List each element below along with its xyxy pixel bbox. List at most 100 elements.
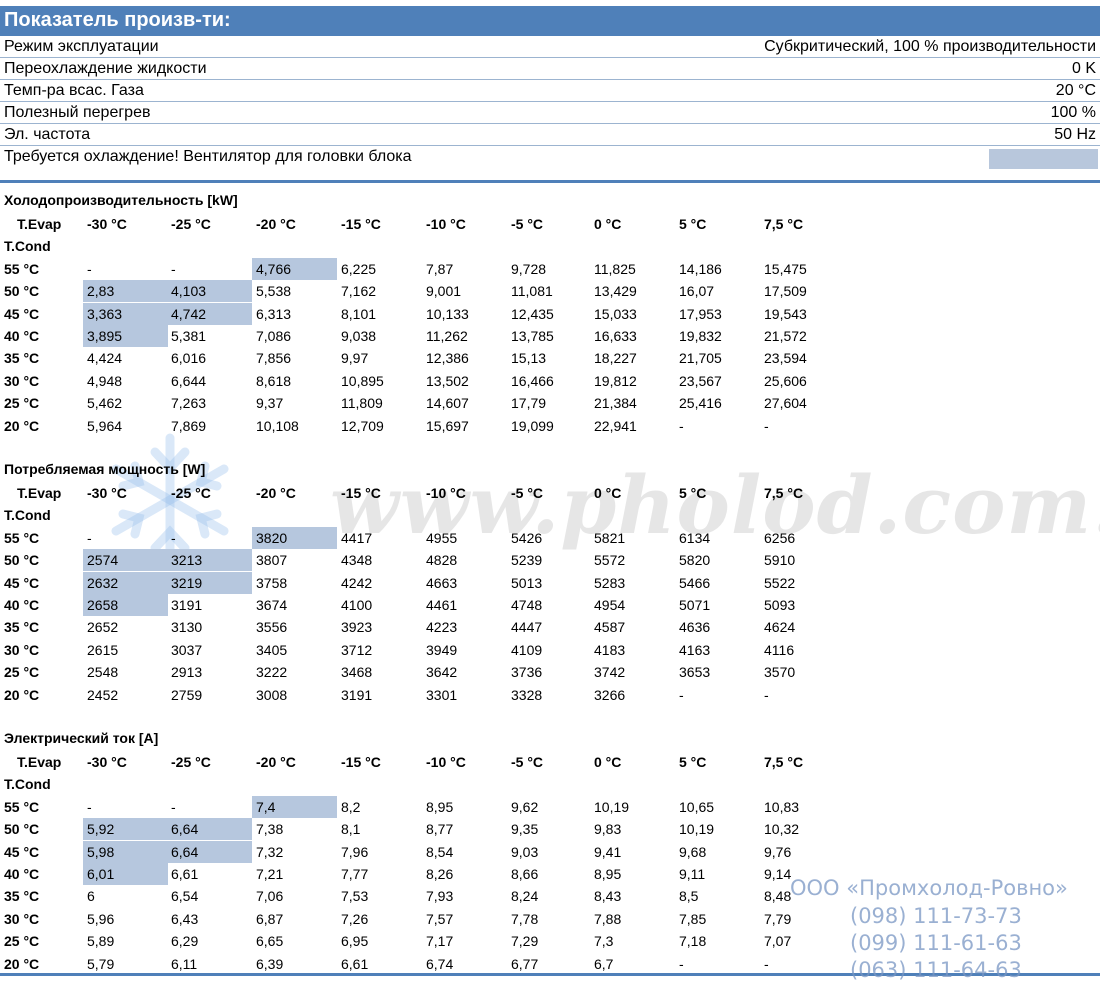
table-cell: 6: [87, 888, 95, 905]
row-header: 40 °C: [4, 865, 40, 882]
table-row: 35 °C 4,424 6,016 7,856 9,97 12,386 15,13 18,22…: [0, 347, 1100, 369]
table-cell: 9,03: [511, 843, 539, 860]
column-header: 7,5 °C: [764, 754, 804, 770]
table-row: 50 °C 5,92 6,64 7,38 8,1 8,77 9,35 9,83 10,19 10,…: [0, 818, 1100, 841]
table-cell: 4,948: [87, 372, 123, 389]
table-cell: 8,95: [594, 865, 622, 882]
row-header: 30 °C: [4, 641, 40, 658]
table-cell: 19,812: [594, 372, 637, 389]
table-cell: 7,87: [426, 260, 454, 277]
table-row: 20 °C 5,964 7,869 10,108 12,709 15,697 19,099 2…: [0, 415, 1100, 437]
table-cell: 3222: [256, 664, 288, 681]
table-cell: 19,099: [511, 417, 554, 434]
row-header: 20 °C: [4, 417, 40, 434]
table-cell: 5572: [594, 552, 626, 569]
column-header: 5 °C: [679, 216, 707, 232]
table-cell: 12,435: [511, 305, 554, 322]
param-value: Субкритический, 100 % производительности: [764, 38, 1096, 55]
row-header: 50 °C: [4, 552, 40, 569]
column-header: 0 °C: [594, 754, 622, 770]
table-cell: 2913: [171, 664, 203, 681]
table-row: 30 °C 2615 3037 3405 3712 3949 4109 4183 4163 411…: [0, 639, 1100, 661]
param-value: 100 %: [1050, 104, 1096, 121]
table-cell: -: [764, 955, 769, 972]
table-cell: 6,65: [256, 933, 284, 950]
table-cell: -: [87, 260, 92, 277]
contact-phone: (063) 111-64-63: [850, 958, 1022, 982]
row-header: 40 °C: [4, 327, 40, 344]
table-header-row: T.Evap -30 °C -25 °C -20 °C -15 °C -10 °C -5 °…: [0, 482, 1100, 504]
evap-label: T.Evap: [17, 754, 62, 770]
column-header: -20 °C: [256, 754, 296, 770]
table-cell: 3570: [764, 664, 796, 681]
table-cell: 4955: [426, 529, 458, 546]
column-header: -20 °C: [256, 216, 296, 232]
table-cell: 10,65: [679, 798, 715, 815]
table-cell: 5466: [679, 574, 711, 591]
table-cell: 7,32: [256, 843, 284, 860]
table-cell: 7,77: [341, 865, 369, 882]
divider: [0, 180, 1100, 183]
table-cell: 9,97: [341, 350, 369, 367]
table-cell: 10,108: [256, 417, 299, 434]
table-row: 45 °C 3,363 4,742 6,313 8,101 10,133 12,435 15,…: [0, 302, 1100, 325]
param-row-frequency: Эл. частота 50 Hz: [0, 124, 1100, 146]
column-header: 7,5 °C: [764, 216, 804, 232]
table-cell: 5,964: [87, 417, 123, 434]
table-cell: 11,262: [426, 327, 468, 344]
table-cell: 8,66: [511, 865, 539, 882]
table-cell: 6,29: [171, 933, 199, 950]
table-cell: 9,001: [426, 283, 462, 300]
table-cell: 4,766: [252, 257, 337, 280]
table-cell: 2,83: [83, 280, 168, 303]
table-cell: 7,18: [679, 933, 707, 950]
table-cell: 8,43: [594, 888, 622, 905]
table-cell: 9,68: [679, 843, 707, 860]
column-header: 0 °C: [594, 216, 622, 232]
table-cell: 5071: [679, 596, 711, 613]
column-header: -5 °C: [511, 485, 544, 501]
table-cell: 7,4: [252, 795, 337, 818]
param-label: Темп-ра всас. Газа: [4, 82, 144, 99]
row-header: 20 °C: [4, 955, 40, 972]
table-cell: 10,32: [764, 821, 800, 838]
table-cell: 3405: [256, 641, 288, 658]
table-cell: 14,186: [679, 260, 722, 277]
table-cell: 18,227: [594, 350, 637, 367]
table-cell: 17,79: [511, 395, 547, 412]
table-cell: 7,26: [341, 910, 369, 927]
table-cell: 16,633: [594, 327, 637, 344]
table-cell: -: [764, 686, 769, 703]
table-cell: 3712: [341, 641, 373, 658]
table-cell: 3642: [426, 664, 458, 681]
column-header: -5 °C: [511, 216, 544, 232]
table-cell: 6,95: [341, 933, 369, 950]
table-cell: 3213: [167, 549, 252, 572]
column-header: -30 °C: [87, 485, 127, 501]
table-cell: 8,77: [426, 821, 454, 838]
table-cell: 3008: [256, 686, 288, 703]
table-cell: 5821: [594, 529, 626, 546]
table-cell: 7,29: [511, 933, 539, 950]
table-cell: 7,3: [594, 933, 614, 950]
table-cell: 4461: [426, 596, 458, 613]
table-cell: 3556: [256, 619, 288, 636]
column-header: -25 °C: [171, 485, 211, 501]
table-cell: -: [171, 798, 176, 815]
table-cell: 3191: [171, 596, 203, 613]
table-cell: 17,509: [764, 283, 807, 300]
table-cell: 5,98: [83, 840, 168, 863]
table-cell: 6,61: [171, 865, 199, 882]
table-cell: 6,54: [171, 888, 199, 905]
table-cell: 7,38: [256, 821, 284, 838]
table-cell: 6,87: [256, 910, 284, 927]
table-cell: 23,567: [679, 372, 722, 389]
table-cell: 15,697: [426, 417, 469, 434]
table-row: 55 °C - - 3820 4417 4955 5426 5821 6134 6256: [0, 526, 1100, 549]
table-cell: 4,103: [167, 280, 252, 303]
row-header: 45 °C: [4, 305, 40, 322]
table-cell: 13,429: [594, 283, 637, 300]
table-row: 45 °C 2632 3219 3758 4242 4663 5013 5283 5466 552…: [0, 571, 1100, 594]
table-cell: 5820: [679, 552, 711, 569]
table-cell: 3301: [426, 686, 458, 703]
